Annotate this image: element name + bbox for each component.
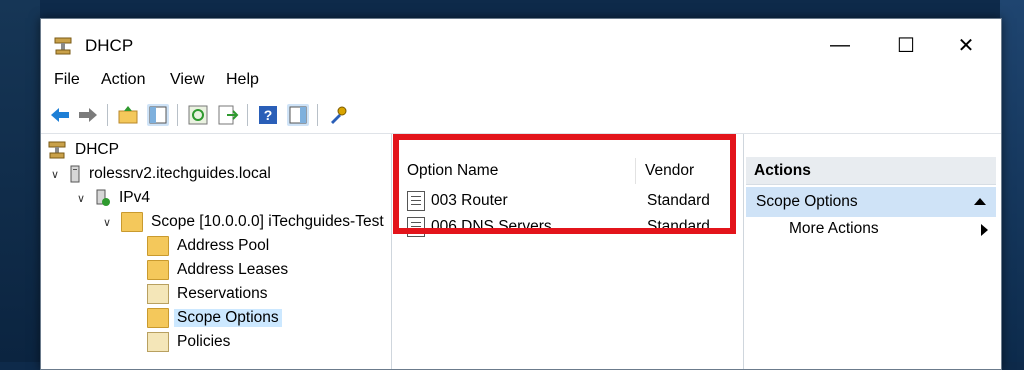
console-tree-pane: DHCP ∨ rolessrv2.itechguides.local ∨ IPv…: [41, 134, 392, 369]
tree-item-dhcp[interactable]: DHCP: [47, 139, 119, 161]
actions-pane: Actions Scope Options More Actions: [745, 134, 1001, 369]
forward-arrow-icon[interactable]: [77, 104, 99, 126]
menu-bar: File Action View Help: [41, 69, 1001, 93]
tree-label: rolessrv2.itechguides.local: [89, 165, 271, 182]
menu-view[interactable]: View: [170, 71, 204, 89]
toolbar-separator: [247, 104, 248, 126]
tree-item-address-leases[interactable]: Address Leases: [147, 259, 288, 281]
desktop-background-right: [1000, 0, 1024, 362]
option-icon: [407, 191, 425, 211]
policies-icon: [147, 332, 169, 352]
tree-item-scope-options[interactable]: Scope Options: [147, 307, 282, 329]
up-folder-icon[interactable]: [117, 104, 139, 126]
tree-item-reservations[interactable]: Reservations: [147, 283, 267, 305]
option-vendor: Standard: [647, 218, 710, 235]
address-leases-icon: [147, 260, 169, 280]
menu-help[interactable]: Help: [226, 71, 259, 89]
show-hide-action-pane-icon[interactable]: [287, 104, 309, 126]
maximize-button[interactable]: ☐: [883, 27, 929, 63]
chevron-down-icon[interactable]: ∨: [101, 216, 113, 229]
desktop-background-left: [0, 0, 40, 362]
close-button[interactable]: ✕: [943, 27, 989, 63]
server-icon: [70, 165, 80, 183]
menu-action[interactable]: Action: [101, 71, 145, 89]
option-name: 006 DNS Servers: [431, 218, 552, 235]
submenu-arrow-icon: [981, 224, 988, 236]
actions-header: Actions: [746, 157, 996, 185]
title-bar[interactable]: DHCP — ☐ ✕: [41, 19, 1001, 71]
minimize-button[interactable]: —: [817, 27, 863, 63]
folder-icon: [121, 212, 143, 232]
help-icon[interactable]: ?: [257, 104, 279, 126]
show-hide-tree-icon[interactable]: [147, 104, 169, 126]
svg-text:?: ?: [264, 107, 273, 123]
more-actions-item[interactable]: More Actions: [789, 220, 879, 238]
results-pane: Option Name Vendor 003 Router Standard 0…: [393, 134, 744, 369]
maximize-icon: ☐: [897, 34, 915, 57]
column-header-vendor[interactable]: Vendor: [645, 156, 694, 186]
column-separator[interactable]: [635, 158, 636, 184]
tree-label: DHCP: [75, 141, 119, 158]
reservations-icon: [147, 284, 169, 304]
tree-label: Address Pool: [177, 237, 270, 254]
export-list-icon[interactable]: [217, 104, 239, 126]
address-pool-icon: [147, 236, 169, 256]
tree-item-address-pool[interactable]: Address Pool: [147, 235, 269, 257]
tree-label: Scope Options: [174, 309, 282, 327]
list-row-006-dns-servers[interactable]: 006 DNS Servers Standard: [407, 215, 717, 239]
tree-item-scope[interactable]: ∨ Scope [10.0.0.0] iTechguides-Test: [101, 211, 384, 233]
tree-label: Scope [10.0.0.0] iTechguides-Test: [151, 213, 384, 230]
dhcp-app-icon: [54, 37, 72, 55]
toolbar-separator: [107, 104, 108, 126]
tree-label: Reservations: [177, 285, 268, 302]
column-label: Option Name: [407, 162, 499, 179]
tree-label: Policies: [177, 333, 231, 350]
scope-options-icon: [147, 308, 169, 328]
option-name: 003 Router: [431, 192, 508, 209]
window-title: DHCP: [85, 36, 134, 55]
list-row-003-router[interactable]: 003 Router Standard: [407, 189, 717, 213]
tree-label: IPv4: [119, 189, 151, 206]
menu-file[interactable]: File: [54, 71, 80, 89]
option-icon: [407, 217, 425, 237]
toolbar-separator: [317, 104, 318, 126]
dhcp-icon: [48, 141, 66, 159]
chevron-down-icon[interactable]: ∨: [49, 168, 61, 181]
tree-item-ipv4[interactable]: ∨ IPv4: [75, 187, 150, 209]
option-vendor: Standard: [647, 192, 710, 209]
tree-item-server[interactable]: ∨ rolessrv2.itechguides.local: [49, 163, 271, 185]
column-header-option-name[interactable]: Option Name: [407, 156, 498, 186]
toolbar-separator: [177, 104, 178, 126]
tree-label: Address Leases: [177, 261, 289, 278]
tree-item-policies[interactable]: Policies: [147, 331, 230, 353]
back-arrow-icon[interactable]: [49, 104, 71, 126]
chevron-down-icon[interactable]: ∨: [75, 192, 87, 205]
dhcp-window: DHCP — ☐ ✕ File Action View Help ? DHCP …: [40, 18, 1002, 370]
collapse-arrow-icon[interactable]: [974, 198, 986, 205]
column-label: Vendor: [645, 162, 695, 179]
tools-icon[interactable]: [327, 104, 349, 126]
close-icon: ✕: [957, 34, 975, 57]
minimize-icon: —: [830, 33, 850, 56]
ipv4-icon: [96, 189, 110, 206]
actions-section-label: Scope Options: [756, 193, 858, 210]
toolbar: ?: [41, 97, 1001, 133]
refresh-icon[interactable]: [187, 104, 209, 126]
actions-section-scope-options[interactable]: Scope Options: [746, 187, 996, 217]
